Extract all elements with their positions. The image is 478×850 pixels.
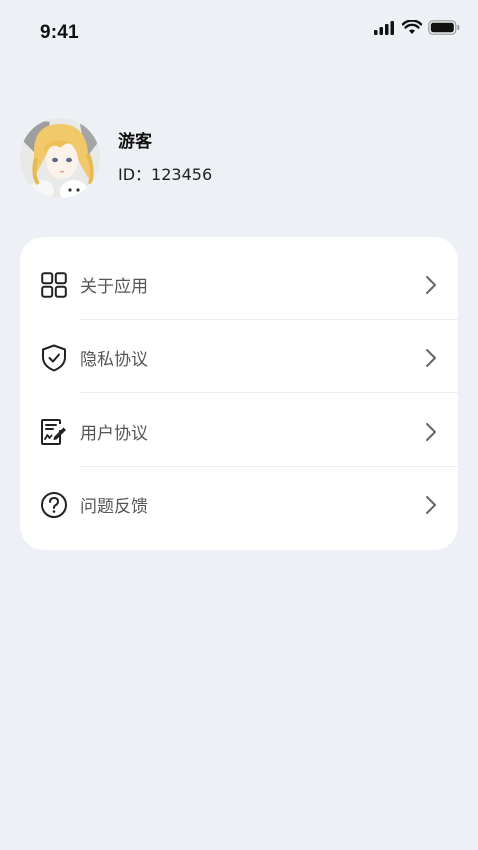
profile-id: ID：123456: [118, 165, 213, 184]
status-time: 9:41: [40, 22, 79, 43]
avatar-illustration: [20, 118, 100, 198]
menu-item-about[interactable]: 关于应用: [20, 248, 458, 321]
status-icons: [374, 20, 460, 35]
menu-item-privacy[interactable]: 隐私协议: [20, 321, 458, 394]
avatar[interactable]: [20, 118, 100, 198]
menu-divider: [80, 466, 458, 467]
menu-item-feedback[interactable]: 问题反馈: [20, 468, 458, 541]
grid-icon: [40, 271, 68, 299]
profile-name: 游客: [118, 132, 152, 152]
battery-icon: [428, 20, 460, 35]
menu-card: 关于应用 隐私协议 用户协议 问题反馈: [20, 237, 458, 550]
cellular-signal-icon: [374, 20, 394, 35]
menu-label-about: 关于应用: [80, 277, 148, 297]
chevron-right-icon: [426, 275, 436, 294]
chevron-right-icon: [426, 348, 436, 367]
menu-label-feedback: 问题反馈: [80, 497, 148, 517]
menu-divider: [80, 319, 458, 320]
chevron-right-icon: [426, 422, 436, 441]
menu-item-user-agreement[interactable]: 用户协议: [20, 395, 458, 468]
status-bar: 9:41: [0, 0, 478, 66]
chevron-right-icon: [426, 495, 436, 514]
menu-label-user-agreement: 用户协议: [80, 424, 148, 444]
question-circle-icon: [40, 491, 68, 519]
menu-label-privacy: 隐私协议: [80, 350, 148, 370]
profile-text: 游客 ID：123456: [118, 131, 212, 185]
wifi-icon: [402, 20, 422, 34]
profile-section: 游客 ID：123456: [20, 118, 212, 198]
menu-divider: [80, 392, 458, 393]
shield-check-icon: [40, 344, 68, 372]
document-sign-icon: [40, 418, 68, 446]
